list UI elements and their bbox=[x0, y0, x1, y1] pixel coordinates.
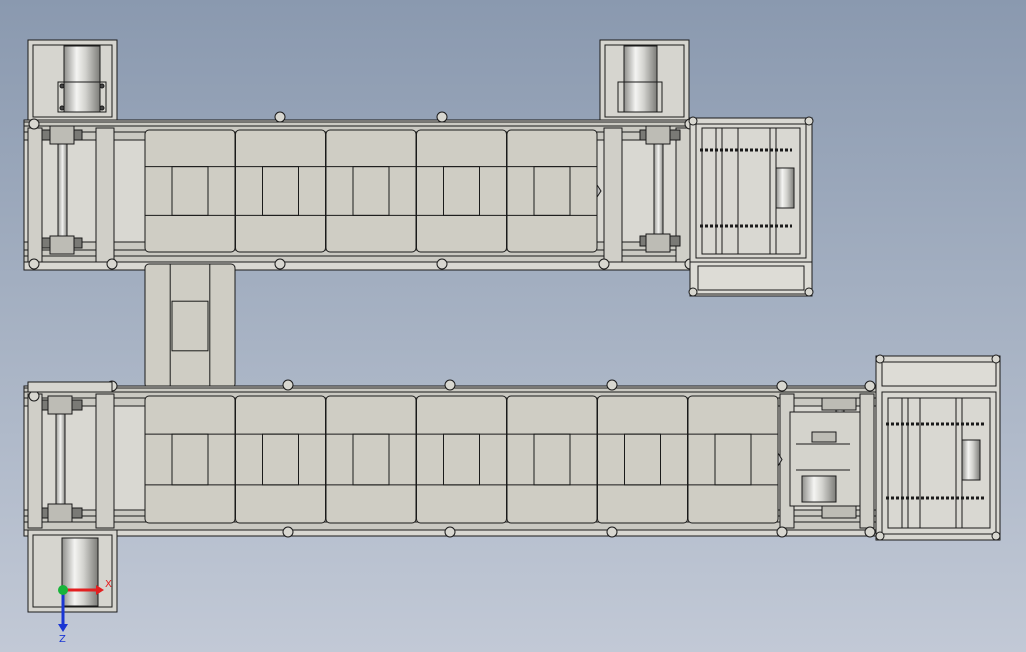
lower-pallet bbox=[144, 395, 240, 524]
upper-conveyor-assembly bbox=[23, 39, 697, 271]
upper-left-drive-shaft bbox=[57, 139, 68, 245]
upper-pallet bbox=[235, 129, 331, 253]
lower-pallet bbox=[325, 395, 421, 524]
cad-viewport[interactable]: X Z bbox=[0, 0, 1026, 652]
triad-z-arrow bbox=[58, 624, 68, 632]
lower-pallet bbox=[597, 395, 693, 524]
lower-left-drive-shaft bbox=[55, 407, 66, 513]
lower-pallet bbox=[506, 395, 602, 524]
lower-pallet bbox=[235, 395, 331, 524]
lower-transfer-unit bbox=[875, 354, 1001, 541]
lower-pallet-row bbox=[144, 395, 783, 524]
middle-pallet bbox=[144, 263, 236, 389]
triad-y-axis-dot bbox=[58, 585, 68, 595]
upper-right-motor-frame bbox=[599, 39, 690, 121]
upper-pallet bbox=[325, 129, 421, 253]
upper-right-drive-shaft bbox=[653, 139, 664, 245]
lower-conveyor-assembly bbox=[23, 379, 877, 613]
upper-pallet bbox=[144, 129, 240, 253]
upper-pallet bbox=[506, 129, 602, 253]
upper-pallet bbox=[416, 129, 512, 253]
triad-x-label: X bbox=[105, 579, 112, 590]
pallet-in-transit bbox=[144, 263, 236, 389]
lower-pallet bbox=[416, 395, 512, 524]
upper-left-motor-frame bbox=[27, 39, 118, 121]
upper-transfer-unit bbox=[688, 116, 814, 297]
lower-pallet bbox=[687, 395, 783, 524]
upper-pallet-row bbox=[144, 129, 602, 253]
triad-z-label: Z bbox=[59, 634, 66, 645]
